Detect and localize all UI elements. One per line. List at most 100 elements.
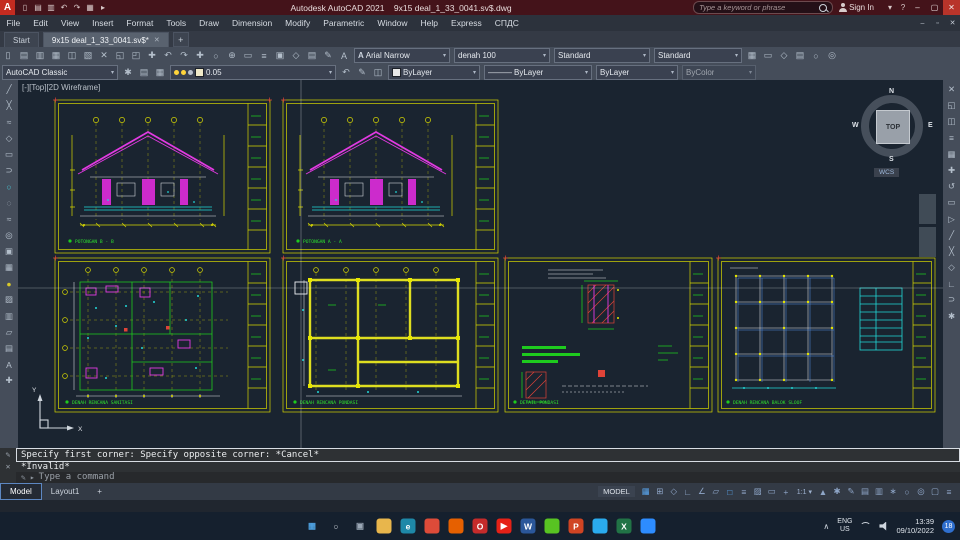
doc-close-button[interactable]: ✕ bbox=[945, 16, 960, 30]
open-icon[interactable]: ▤ bbox=[16, 49, 32, 63]
annotation-scale-button[interactable]: 1:1 ▾ bbox=[794, 488, 815, 496]
maximize-button[interactable]: ▢ bbox=[926, 0, 943, 15]
make-current-icon[interactable]: ✎ bbox=[354, 65, 370, 79]
fillet-tool-icon[interactable]: ⊃ bbox=[944, 293, 959, 306]
firefox-icon[interactable] bbox=[448, 518, 464, 534]
command-close-icon[interactable]: ✕ bbox=[6, 462, 11, 471]
close-button[interactable]: ✕ bbox=[943, 0, 960, 15]
erase-tool-icon[interactable]: ✕ bbox=[944, 83, 959, 96]
annotation-visibility-icon[interactable]: ▲ bbox=[816, 485, 830, 498]
chevron-down-icon[interactable]: ▾ bbox=[111, 69, 114, 76]
explode-tool-icon[interactable]: ✱ bbox=[944, 310, 959, 323]
polar-toggle[interactable]: ∠ bbox=[695, 485, 709, 498]
menu-item[interactable]: Express bbox=[445, 15, 489, 31]
layer-lock-icon[interactable] bbox=[188, 69, 193, 75]
table-icon[interactable]: ▦ bbox=[744, 49, 760, 63]
polyline-tool-icon[interactable]: ≈ bbox=[2, 115, 17, 128]
new-icon[interactable]: ▯ bbox=[0, 49, 16, 63]
help-icon[interactable]: ? bbox=[897, 2, 909, 14]
xline-tool-icon[interactable]: ╳ bbox=[2, 99, 17, 112]
viewcube-top-face[interactable]: TOP bbox=[876, 110, 910, 144]
scrollbar-thumb[interactable] bbox=[919, 227, 936, 257]
sheet-detail-pondasi[interactable]: DETAIL PONDASI bbox=[503, 255, 713, 413]
move-tool-icon[interactable]: ✚ bbox=[944, 164, 959, 177]
compass-west[interactable]: W bbox=[852, 122, 859, 129]
search-button[interactable]: ○ bbox=[329, 519, 344, 534]
insert-block-icon[interactable]: ▣ bbox=[2, 245, 17, 258]
wcs-menu[interactable]: WCS bbox=[874, 168, 900, 177]
layer-freeze-icon[interactable] bbox=[181, 69, 186, 75]
chevron-down-icon[interactable]: ▾ bbox=[329, 69, 332, 76]
search-icon[interactable] bbox=[819, 3, 828, 12]
menu-item[interactable]: СПДС bbox=[488, 15, 525, 31]
task-view-button[interactable]: ▣ bbox=[353, 519, 368, 534]
addselect-tool-icon[interactable]: ✚ bbox=[2, 374, 17, 387]
plot-icon[interactable]: ▦ bbox=[48, 49, 64, 63]
chamfer-tool-icon[interactable]: ∟ bbox=[944, 277, 959, 290]
workspace-settings-icon[interactable]: ✱ bbox=[120, 65, 136, 79]
region-tool-icon[interactable]: ▱ bbox=[2, 326, 17, 339]
drawing-canvas[interactable]: POTONGAN B - B POTONGAN A - A DENAH RENC… bbox=[18, 80, 943, 448]
qat-new-icon[interactable]: ▯ bbox=[19, 2, 31, 14]
layer-on-icon[interactable] bbox=[174, 69, 179, 75]
lock-ui-icon[interactable]: ∗ bbox=[886, 485, 900, 498]
menu-item[interactable]: Tools bbox=[160, 15, 193, 31]
units-icon[interactable]: ▤ bbox=[858, 485, 872, 498]
sheet-denah-sanitasi[interactable]: DENAH RENCANA SANITASI bbox=[53, 255, 271, 413]
design-center-icon[interactable]: ▣ bbox=[272, 49, 288, 63]
tab-model[interactable]: Model bbox=[0, 483, 42, 500]
extend-tool-icon[interactable]: ╳ bbox=[944, 245, 959, 258]
menu-item[interactable]: Help bbox=[414, 15, 444, 31]
isolate-objects-icon[interactable]: ○ bbox=[900, 485, 914, 498]
arc-tool-icon[interactable]: ⊃ bbox=[2, 164, 17, 177]
menu-item[interactable]: View bbox=[54, 15, 85, 31]
ortho-toggle[interactable]: ∟ bbox=[681, 485, 695, 498]
text-tool-icon[interactable]: A bbox=[2, 358, 17, 371]
scale-tool-icon[interactable]: ▭ bbox=[944, 196, 959, 209]
spline-tool-icon[interactable]: ≈ bbox=[2, 213, 17, 226]
chevron-down-icon[interactable]: ▾ bbox=[585, 69, 588, 76]
qat-workspace-icon[interactable]: ▸ bbox=[97, 2, 109, 14]
chevron-down-icon[interactable]: ▾ bbox=[735, 52, 738, 59]
tab-layout1[interactable]: Layout1 bbox=[42, 484, 88, 499]
youtube-icon[interactable]: ▶ bbox=[496, 518, 512, 534]
volume-icon[interactable] bbox=[879, 521, 887, 531]
gradient-tool-icon[interactable]: ▥ bbox=[2, 310, 17, 323]
sheet-set-icon[interactable]: ▤ bbox=[304, 49, 320, 63]
menu-item[interactable]: Parametric bbox=[317, 15, 371, 31]
transparency-toggle[interactable]: ▨ bbox=[751, 485, 765, 498]
chevron-down-icon[interactable]: ▾ bbox=[473, 69, 476, 76]
zoom-previous-icon[interactable]: ▭ bbox=[240, 49, 256, 63]
zoom-realtime-icon[interactable]: ○ bbox=[208, 49, 224, 63]
command-input[interactable]: ✎ ▸ Type a command bbox=[16, 471, 960, 483]
workspace-combo[interactable]: AutoCAD Classic ▾ bbox=[2, 64, 118, 80]
chevron-down-icon[interactable]: ▾ bbox=[543, 52, 546, 59]
rectangle-tool-icon[interactable]: ▭ bbox=[2, 148, 17, 161]
chevron-down-icon[interactable]: ▾ bbox=[671, 69, 674, 76]
menu-item[interactable]: Modify bbox=[279, 15, 317, 31]
chevron-down-icon[interactable]: ▾ bbox=[443, 52, 446, 59]
layer-color-swatch[interactable] bbox=[195, 67, 204, 77]
start-button[interactable]: ▦ bbox=[305, 519, 320, 534]
notification-icon[interactable]: ▾ bbox=[884, 2, 896, 14]
pan-icon[interactable]: ✚ bbox=[192, 49, 208, 63]
qat-undo-icon[interactable]: ↶ bbox=[58, 2, 70, 14]
menu-item[interactable]: Insert bbox=[86, 15, 120, 31]
menu-item[interactable]: Window bbox=[371, 15, 414, 31]
command-edit-icon[interactable]: ✎ bbox=[6, 450, 11, 459]
line-tool-icon[interactable]: ╱ bbox=[2, 83, 17, 96]
text-style-combo[interactable]: A Arial Narrow ▾ bbox=[354, 48, 450, 63]
clean-screen-icon[interactable]: ▢ bbox=[928, 485, 942, 498]
cut-icon[interactable]: ✕ bbox=[96, 49, 112, 63]
undo-icon[interactable]: ↶ bbox=[160, 49, 176, 63]
rotate-tool-icon[interactable]: ↺ bbox=[944, 180, 959, 193]
qat-save-icon[interactable]: ▥ bbox=[45, 2, 57, 14]
dynamic-input-toggle[interactable]: + bbox=[779, 485, 793, 498]
field-icon[interactable]: ▭ bbox=[760, 49, 776, 63]
markup-icon[interactable]: ✎ bbox=[320, 49, 336, 63]
menu-item[interactable]: Dimension bbox=[226, 15, 279, 31]
isodraft-toggle[interactable]: ▱ bbox=[709, 485, 723, 498]
sheet-potongan-a-a[interactable]: POTONGAN A - A bbox=[281, 97, 499, 254]
doc-restore-button[interactable]: ▫ bbox=[930, 16, 945, 30]
graphics-performance-icon[interactable]: ◎ bbox=[914, 485, 928, 498]
